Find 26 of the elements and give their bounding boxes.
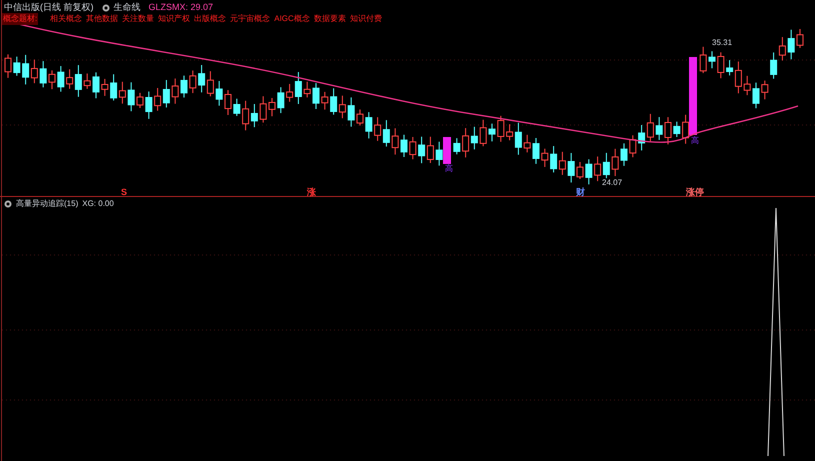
concept-tag[interactable]: 出版概念 [194,13,226,25]
axis-marker: S [121,188,128,197]
axis-marker: 涨 [307,188,316,197]
concept-tag[interactable]: 知识付费 [350,13,382,25]
settings-icon[interactable] [4,200,12,208]
panel-title: 高量异动追踪(15) [16,198,78,210]
price-label: 35.31 [712,39,732,47]
candle-tag: 高 [445,165,453,173]
concept-tag[interactable]: 数据要素 [314,13,346,25]
concept-label: 概念题材: [2,13,38,25]
candle-tag: 高 [691,137,699,145]
axis-marker: 财 [576,188,585,197]
concept-tag[interactable]: 知识产权 [158,13,190,25]
concept-tag[interactable]: 关注数量 [122,13,154,25]
price-label: 24.07 [602,179,622,187]
volume-spike-candle [443,137,451,164]
concept-tag[interactable]: 元宇宙概念 [230,13,270,25]
concept-tag[interactable]: AIGC概念 [274,13,310,25]
concept-tag[interactable]: 其他数据 [86,13,118,25]
settings-icon[interactable] [102,4,110,12]
axis-marker: 涨停 [686,188,704,197]
panel-reading: XG: 0.00 [82,198,114,210]
indicator-reading: GLZSMX: 29.07 [148,1,214,14]
chart-title: 中信出版(日线 前复权) [4,1,94,14]
indicator-name: 生命线 [114,1,140,14]
concept-tag[interactable]: 相关概念 [50,13,82,25]
